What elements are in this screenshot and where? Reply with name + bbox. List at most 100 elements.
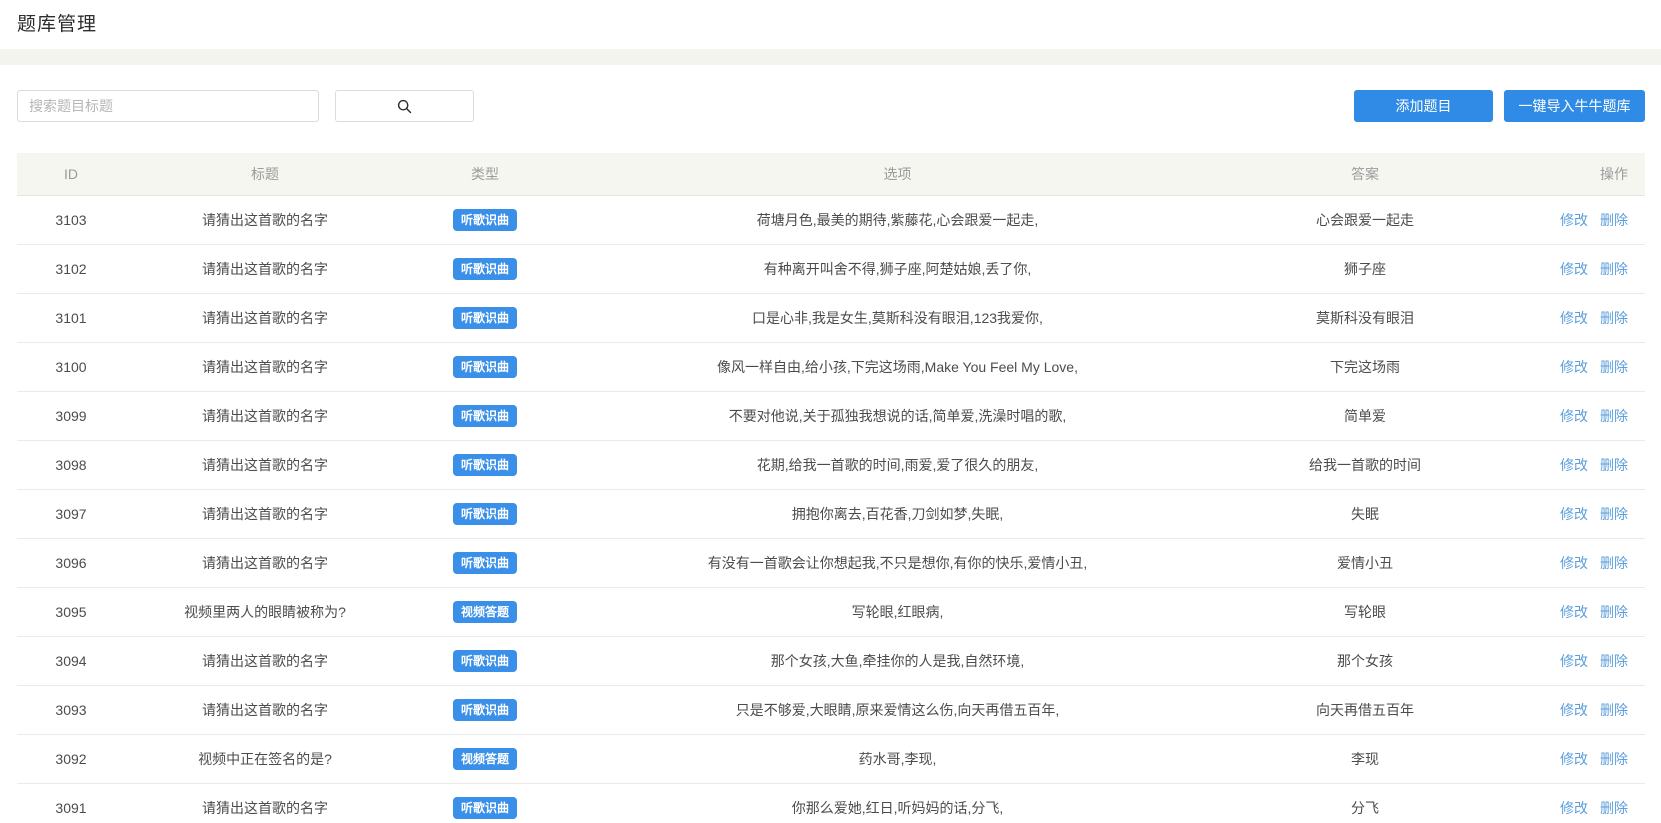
delete-link[interactable]: 删除 <box>1600 506 1628 522</box>
column-header-4: 答案 <box>1230 153 1500 195</box>
cell-title: 请猜出这首歌的名字 <box>125 636 405 685</box>
type-badge: 听歌识曲 <box>453 454 517 476</box>
cell-title: 请猜出这首歌的名字 <box>125 685 405 734</box>
cell-actions: 修改删除 <box>1500 293 1645 342</box>
toolbar-right-actions: 添加题目 一键导入牛牛题库 <box>1354 90 1645 122</box>
delete-link[interactable]: 删除 <box>1600 261 1628 277</box>
cell-answer: 给我一首歌的时间 <box>1230 440 1500 489</box>
cell-title: 请猜出这首歌的名字 <box>125 342 405 391</box>
edit-link[interactable]: 修改 <box>1560 408 1588 424</box>
add-question-button[interactable]: 添加题目 <box>1354 90 1493 122</box>
delete-link[interactable]: 删除 <box>1600 408 1628 424</box>
table-row: 3102请猜出这首歌的名字听歌识曲有种离开叫舍不得,狮子座,阿楚姑娘,丢了你,狮… <box>17 244 1645 293</box>
cell-options: 拥抱你离去,百花香,刀剑如梦,失眠, <box>565 489 1230 538</box>
cell-options: 荷塘月色,最美的期待,紫藤花,心会跟爱一起走, <box>565 195 1230 244</box>
cell-title: 视频里两人的眼睛被称为? <box>125 587 405 636</box>
delete-link[interactable]: 删除 <box>1600 800 1628 816</box>
cell-type: 听歌识曲 <box>405 293 565 342</box>
edit-link[interactable]: 修改 <box>1560 800 1588 816</box>
cell-type: 听歌识曲 <box>405 195 565 244</box>
cell-id: 3096 <box>17 538 125 587</box>
delete-link[interactable]: 删除 <box>1600 604 1628 620</box>
table-row: 3099请猜出这首歌的名字 听歌识曲 不要对他说,关于孤独我想说的话,简单爱,洗澡时… <box>17 391 1645 440</box>
type-badge: 听歌识曲 <box>453 258 517 280</box>
delete-link[interactable]: 删除 <box>1600 310 1628 326</box>
cell-type: 视频答题 <box>405 734 565 783</box>
search-icon <box>397 99 412 114</box>
delete-link[interactable]: 删除 <box>1600 212 1628 228</box>
cell-type: 听歌识曲 <box>405 783 565 823</box>
edit-link[interactable]: 修改 <box>1560 751 1588 767</box>
type-badge: 听歌识曲 <box>453 650 517 672</box>
type-badge: 听歌识曲 <box>453 552 517 574</box>
delete-link[interactable]: 删除 <box>1600 555 1628 571</box>
edit-link[interactable]: 修改 <box>1560 359 1588 375</box>
column-header-3: 选项 <box>565 153 1230 195</box>
cell-actions: 修改删除 <box>1500 685 1645 734</box>
cell-id: 3103 <box>17 195 125 244</box>
question-table: ID标题类型选项答案操作 3103请猜出这首歌的名字听歌识曲荷塘月色,最美的期待… <box>17 153 1645 823</box>
edit-link[interactable]: 修改 <box>1560 457 1588 473</box>
cell-id: 3099 <box>17 391 125 440</box>
delete-link[interactable]: 删除 <box>1600 359 1628 375</box>
edit-link[interactable]: 修改 <box>1560 653 1588 669</box>
cell-title: 请猜出这首歌的名字 <box>125 489 405 538</box>
import-bank-button[interactable]: 一键导入牛牛题库 <box>1504 90 1645 122</box>
cell-title: 请猜出这首歌的名字 <box>125 195 405 244</box>
table-row: 3091请猜出这首歌的名字 听歌识曲 你那么爱她,红日,听妈妈的话,分飞,分飞 修改删… <box>17 783 1645 823</box>
cell-answer: 那个女孩 <box>1230 636 1500 685</box>
column-header-2: 类型 <box>405 153 565 195</box>
cell-actions: 修改删除 <box>1500 440 1645 489</box>
cell-actions: 修改删除 <box>1500 489 1645 538</box>
table-row: 3094请猜出这首歌的名字听歌识曲那个女孩,大鱼,牵挂你的人是我,自然环境,那个… <box>17 636 1645 685</box>
cell-id: 3095 <box>17 587 125 636</box>
cell-id: 3097 <box>17 489 125 538</box>
cell-id: 3091 <box>17 783 125 823</box>
edit-link[interactable]: 修改 <box>1560 310 1588 326</box>
cell-title: 请猜出这首歌的名字 <box>125 293 405 342</box>
page-title: 题库管理 <box>0 0 1661 49</box>
type-badge: 听歌识曲 <box>453 699 517 721</box>
cell-answer: 向天再借五百年 <box>1230 685 1500 734</box>
edit-link[interactable]: 修改 <box>1560 555 1588 571</box>
edit-link[interactable]: 修改 <box>1560 212 1588 228</box>
cell-answer: 下完这场雨 <box>1230 342 1500 391</box>
cell-actions: 修改删除 <box>1500 244 1645 293</box>
delete-link[interactable]: 删除 <box>1600 457 1628 473</box>
table-row: 3092视频中正在签名的是?视频答题药水哥,李现,李现修改删除 <box>17 734 1645 783</box>
cell-options: 写轮眼,红眼病, <box>565 587 1230 636</box>
cell-actions: 修改删除 <box>1500 391 1645 440</box>
cell-title: 请猜出这首歌的名字 <box>125 391 405 440</box>
cell-options: 那个女孩,大鱼,牵挂你的人是我,自然环境, <box>565 636 1230 685</box>
cell-type: 听歌识曲 <box>405 489 565 538</box>
edit-link[interactable]: 修改 <box>1560 702 1588 718</box>
type-badge: 听歌识曲 <box>453 797 517 819</box>
cell-title: 请猜出这首歌的名字 <box>125 538 405 587</box>
cell-options: 不要对他说,关于孤独我想说的话,简单爱,洗澡时唱的歌, <box>565 391 1230 440</box>
edit-link[interactable]: 修改 <box>1560 261 1588 277</box>
cell-type: 听歌识曲 <box>405 636 565 685</box>
type-badge: 视频答题 <box>453 748 517 770</box>
type-badge: 视频答题 <box>453 601 517 623</box>
table-row: 3101请猜出这首歌的名字听歌识曲口是心非,我是女生,莫斯科没有眼泪,123我爱… <box>17 293 1645 342</box>
type-badge: 听歌识曲 <box>453 405 517 427</box>
table-row: 3096请猜出这首歌的名字听歌识曲有没有一首歌会让你想起我,不只是想你,有你的快… <box>17 538 1645 587</box>
cell-answer: 分飞 <box>1230 783 1500 823</box>
delete-link[interactable]: 删除 <box>1600 653 1628 669</box>
cell-options: 你那么爱她,红日,听妈妈的话,分飞, <box>565 783 1230 823</box>
cell-answer: 简单爱 <box>1230 391 1500 440</box>
delete-link[interactable]: 删除 <box>1600 702 1628 718</box>
cell-title: 视频中正在签名的是? <box>125 734 405 783</box>
table-body: 3103请猜出这首歌的名字听歌识曲荷塘月色,最美的期待,紫藤花,心会跟爱一起走,… <box>17 195 1645 823</box>
edit-link[interactable]: 修改 <box>1560 604 1588 620</box>
type-badge: 听歌识曲 <box>453 356 517 378</box>
cell-title: 请猜出这首歌的名字 <box>125 783 405 823</box>
cell-id: 3098 <box>17 440 125 489</box>
table-row: 3098请猜出这首歌的名字听歌识曲花期,给我一首歌的时间,雨爱,爱了很久的朋友,… <box>17 440 1645 489</box>
search-input[interactable] <box>17 90 319 122</box>
cell-type: 听歌识曲 <box>405 685 565 734</box>
edit-link[interactable]: 修改 <box>1560 506 1588 522</box>
cell-title: 请猜出这首歌的名字 <box>125 244 405 293</box>
delete-link[interactable]: 删除 <box>1600 751 1628 767</box>
search-button[interactable] <box>335 90 474 122</box>
